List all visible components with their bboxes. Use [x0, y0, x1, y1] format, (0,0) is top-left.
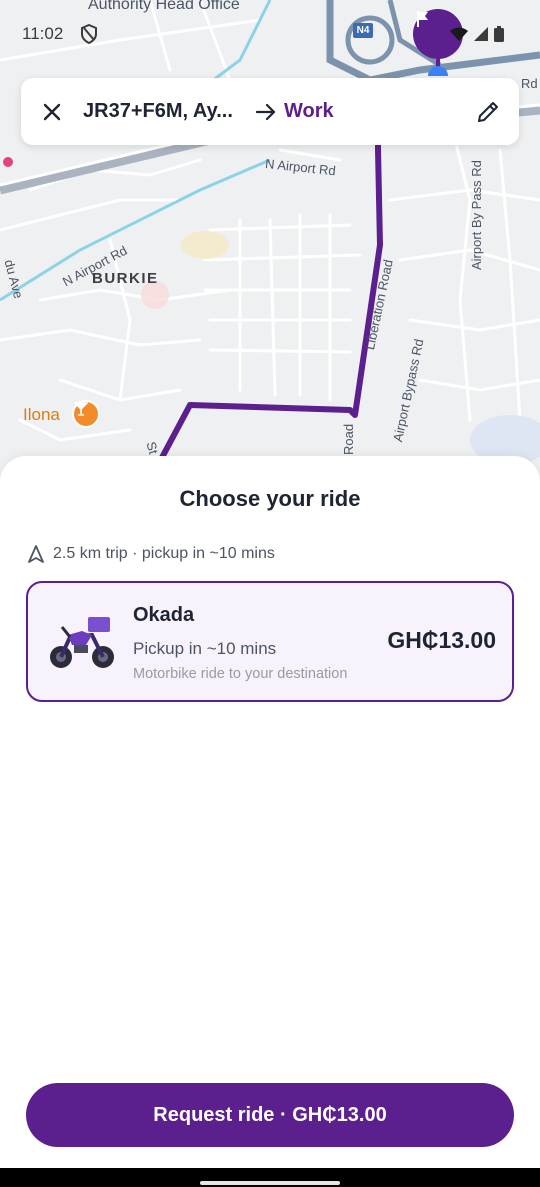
signal-icon [474, 27, 488, 41]
arrow-right-icon [248, 103, 284, 120]
shield-icon [81, 24, 97, 44]
trip-info: 2.5 km trip · pickup in ~10 mins [28, 545, 275, 563]
edit-route-button[interactable] [457, 78, 519, 145]
motorbike-icon [50, 617, 114, 668]
map-label-airport-by-pass-rd: Airport By Pass Rd [469, 160, 484, 270]
ride-selection-sheet: Choose your ride 2.5 km trip · pickup in… [0, 456, 540, 1168]
ride-price: GH₵13.00 [387, 627, 496, 653]
ride-option-okada[interactable]: Okada Pickup in ~10 mins Motorbike ride … [26, 581, 514, 702]
trip-info-text: 2.5 km trip · pickup in ~10 mins [53, 545, 275, 562]
ride-description: Motorbike ride to your destination [133, 666, 348, 682]
map-label-ilona: Ilona [23, 405, 60, 424]
battery-icon [494, 26, 504, 42]
pencil-icon [478, 101, 498, 122]
map-label-burkie: BURKIE [92, 270, 159, 287]
status-bar: 11:02 [0, 0, 540, 66]
sheet-title: Choose your ride [179, 486, 361, 511]
ride-name: Okada [133, 604, 195, 626]
cocktail-icon[interactable] [72, 400, 100, 428]
origin-text[interactable]: JR37+F6M, Ay... [83, 100, 248, 123]
request-ride-button[interactable]: Request ride · GH₵13.00 [26, 1083, 514, 1147]
route-card: JR37+F6M, Ay... Work [21, 78, 519, 145]
close-icon [43, 103, 61, 120]
map-view[interactable]: Authority Head Office Rd N Airport Rd N … [0, 0, 540, 480]
close-button[interactable] [21, 78, 83, 145]
destination-text[interactable]: Work [284, 100, 457, 123]
status-time: 11:02 [22, 24, 64, 43]
wifi-icon [450, 27, 468, 41]
map-label-road: Road [341, 423, 356, 455]
system-nav-bar [0, 1168, 540, 1187]
map-label-rd: Rd [521, 76, 538, 91]
ride-pickup-time: Pickup in ~10 mins [133, 639, 277, 658]
home-handle[interactable] [200, 1181, 340, 1185]
navigation-arrow-icon [28, 545, 44, 563]
